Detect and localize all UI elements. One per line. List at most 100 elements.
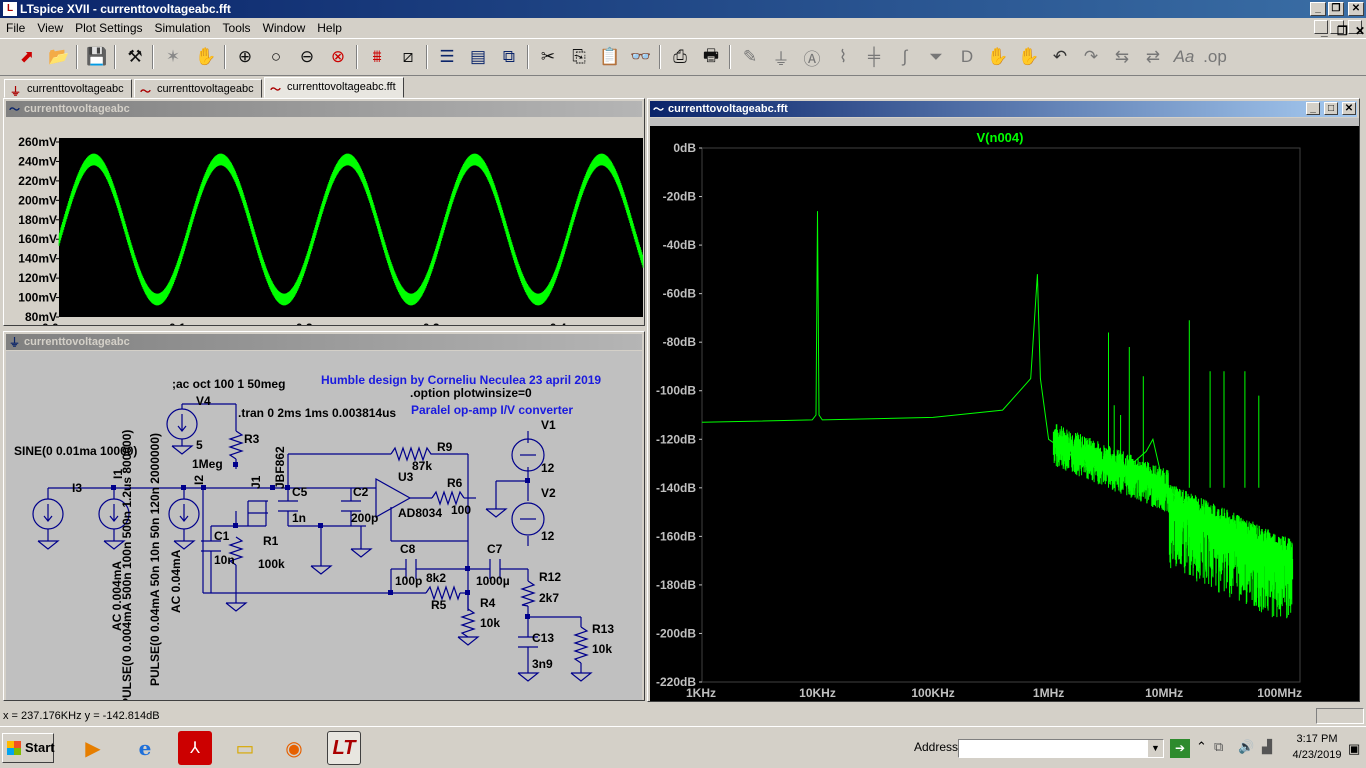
autorange-icon[interactable]: ⩩ xyxy=(364,44,390,70)
component-label[interactable]: R1 xyxy=(263,534,279,548)
component-label[interactable]: C2 xyxy=(353,485,369,499)
component-label[interactable]: C5 xyxy=(292,485,308,499)
restore-button[interactable]: ❐ xyxy=(1328,2,1344,16)
source-value[interactable]: SINE(0 0.01ma 10000) xyxy=(14,444,137,458)
mdi-close-button[interactable]: ✕ xyxy=(1348,20,1365,38)
fft-window-titlebar[interactable]: 〜 currenttovoltageabc.fft _ □ ✕ xyxy=(650,101,1357,117)
menu-tools[interactable]: Tools xyxy=(217,18,257,38)
menu-simulation[interactable]: Simulation xyxy=(149,18,217,38)
component-value[interactable]: 200p xyxy=(351,511,378,525)
tile-vertical-icon[interactable]: ▤ xyxy=(465,44,491,70)
component-value[interactable]: 3n9 xyxy=(532,657,553,671)
component-label[interactable]: R12 xyxy=(539,570,561,584)
media-player-icon[interactable]: ▶ xyxy=(76,731,110,765)
component-label[interactable]: V4 xyxy=(196,394,211,408)
component-value[interactable]: AD8034 xyxy=(398,506,442,520)
tab-waveform[interactable]: 〜 currenttovoltageabc xyxy=(134,79,262,98)
component-label[interactable]: R5 xyxy=(431,598,447,612)
acrobat-icon[interactable]: ⅄ xyxy=(178,731,212,765)
print-setup-icon[interactable]: 🖶 xyxy=(698,44,724,70)
close-button[interactable]: ✕ xyxy=(1348,2,1364,16)
tab-fft[interactable]: 〜 currenttovoltageabc.fft xyxy=(264,77,404,98)
menu-file[interactable]: File xyxy=(0,18,31,38)
component-label[interactable]: R3 xyxy=(244,432,260,446)
rotate-icon[interactable]: ⇆ xyxy=(1109,44,1135,70)
fft-maximize-button[interactable]: □ xyxy=(1324,102,1338,115)
fft-close-button[interactable]: ✕ xyxy=(1342,102,1356,115)
network-icon[interactable]: ⧉ xyxy=(1214,739,1223,755)
component-label[interactable]: J1 xyxy=(249,475,263,489)
schematic-canvas[interactable]: ;ac oct 100 1 50meg .tran 0 2ms 1ms 0.00… xyxy=(6,351,642,700)
capacitor-icon[interactable]: ╪ xyxy=(861,44,887,70)
cascade-icon[interactable]: ⧉ xyxy=(496,44,522,70)
component-label[interactable]: R9 xyxy=(437,440,453,454)
zoom-pan-icon[interactable]: ○ xyxy=(263,44,289,70)
menu-window[interactable]: Window xyxy=(257,18,312,38)
find-icon[interactable]: 👓 xyxy=(628,44,654,70)
source-value[interactable]: PULSE(0 0.04mA 50n 10n 50n 120n 2000000) xyxy=(148,433,162,686)
file-explorer-icon[interactable]: ▭ xyxy=(228,731,262,765)
component-value[interactable]: 10k xyxy=(480,616,500,630)
go-icon[interactable]: ➔ xyxy=(1170,739,1190,758)
component-value[interactable]: 10k xyxy=(592,642,612,656)
component-value[interactable]: 12 xyxy=(541,529,555,543)
spice-directive[interactable]: ;ac oct 100 1 50meg xyxy=(172,377,285,391)
paste-icon[interactable]: 📋 xyxy=(597,44,623,70)
wire-icon[interactable]: ✎ xyxy=(737,44,763,70)
component-value[interactable]: 100p xyxy=(395,574,422,588)
notification-icon[interactable]: ▣ xyxy=(1348,741,1360,757)
diode-icon[interactable]: ⏷ xyxy=(923,44,949,70)
component-value[interactable]: 100 xyxy=(451,503,471,517)
redo-icon[interactable]: ↷ xyxy=(1078,44,1104,70)
label-net-icon[interactable]: Ⓐ xyxy=(799,44,825,70)
fft-plot[interactable]: V(n004) 0dB -20dB -40dB -60dB -80dB -100dB -12… xyxy=(650,118,1359,701)
minimize-button[interactable]: _ xyxy=(1310,2,1326,16)
component-label[interactable]: I2 xyxy=(192,475,206,485)
zoom-in-icon[interactable]: ⊕ xyxy=(232,44,258,70)
component-label[interactable]: C13 xyxy=(532,631,554,645)
component-label[interactable]: V1 xyxy=(541,418,556,432)
comment-text[interactable]: Paralel op-amp I/V converter xyxy=(411,403,573,417)
fft-window[interactable]: 〜 currenttovoltageabc.fft _ □ ✕ V(n004) … xyxy=(647,98,1360,702)
waveform-window-titlebar[interactable]: 〜 currenttovoltageabc xyxy=(6,101,642,117)
fft-minimize-button[interactable]: _ xyxy=(1306,102,1320,115)
cut-icon[interactable]: ✂ xyxy=(535,44,561,70)
component-label[interactable]: I3 xyxy=(72,481,82,495)
component-label[interactable]: C7 xyxy=(487,542,503,556)
mirror-icon[interactable]: ⇄ xyxy=(1140,44,1166,70)
tab-schematic[interactable]: ⏚ currenttovoltageabc xyxy=(4,79,132,98)
text-icon[interactable]: Aa xyxy=(1171,44,1197,70)
volume-icon[interactable]: 🔊 xyxy=(1238,739,1254,755)
component-value[interactable]: 1Meg xyxy=(192,457,223,471)
move-icon[interactable]: ✋ xyxy=(985,44,1011,70)
schematic-window-titlebar[interactable]: ⏚ currenttovoltageabc xyxy=(6,334,642,350)
component-value[interactable]: JBF862 xyxy=(273,446,287,489)
source-value[interactable]: AC 0.004mA xyxy=(110,561,124,631)
tile-horizontal-icon[interactable]: ☰ xyxy=(434,44,460,70)
address-input[interactable]: ▼ xyxy=(958,739,1164,758)
spice-directive-icon[interactable]: .op xyxy=(1202,44,1228,70)
tray-expand-icon[interactable]: ⌃ xyxy=(1196,739,1207,755)
run-icon[interactable]: ✶ xyxy=(160,44,186,70)
control-panel-icon[interactable]: ⚒ xyxy=(122,44,148,70)
schematic-window[interactable]: ⏚ currenttovoltageabc ;ac oct 100 1 50me… xyxy=(3,331,645,701)
component-value[interactable]: 12 xyxy=(541,461,555,475)
undo-icon[interactable]: ↶ xyxy=(1047,44,1073,70)
component-label[interactable]: V2 xyxy=(541,486,556,500)
component-label[interactable]: R6 xyxy=(447,476,463,490)
menu-view[interactable]: View xyxy=(31,18,69,38)
mdi-minimize-button[interactable]: _ xyxy=(1314,20,1328,38)
component-value[interactable]: 87k xyxy=(412,459,432,473)
drag-icon[interactable]: ✋ xyxy=(1016,44,1042,70)
start-button[interactable]: Start xyxy=(2,733,55,763)
component-value[interactable]: 5 xyxy=(196,438,203,452)
comment-text[interactable]: Humble design by Corneliu Neculea 23 apr… xyxy=(321,373,601,387)
menu-help[interactable]: Help xyxy=(311,18,348,38)
new-schematic-icon[interactable]: ⬈ xyxy=(14,44,40,70)
component-label[interactable]: C1 xyxy=(214,529,230,543)
waveform-plot[interactable]: 260mV 240mV 220mV 200mV 180mV 160mV 140mV 120mV… xyxy=(6,118,644,325)
firefox-icon[interactable]: ◉ xyxy=(277,731,311,765)
trace-name[interactable]: V(n004) xyxy=(977,130,1024,145)
spice-directive[interactable]: .tran 0 2ms 1ms 0.003814us xyxy=(238,406,396,420)
mdi-restore-button[interactable]: ❐ xyxy=(1330,20,1348,38)
